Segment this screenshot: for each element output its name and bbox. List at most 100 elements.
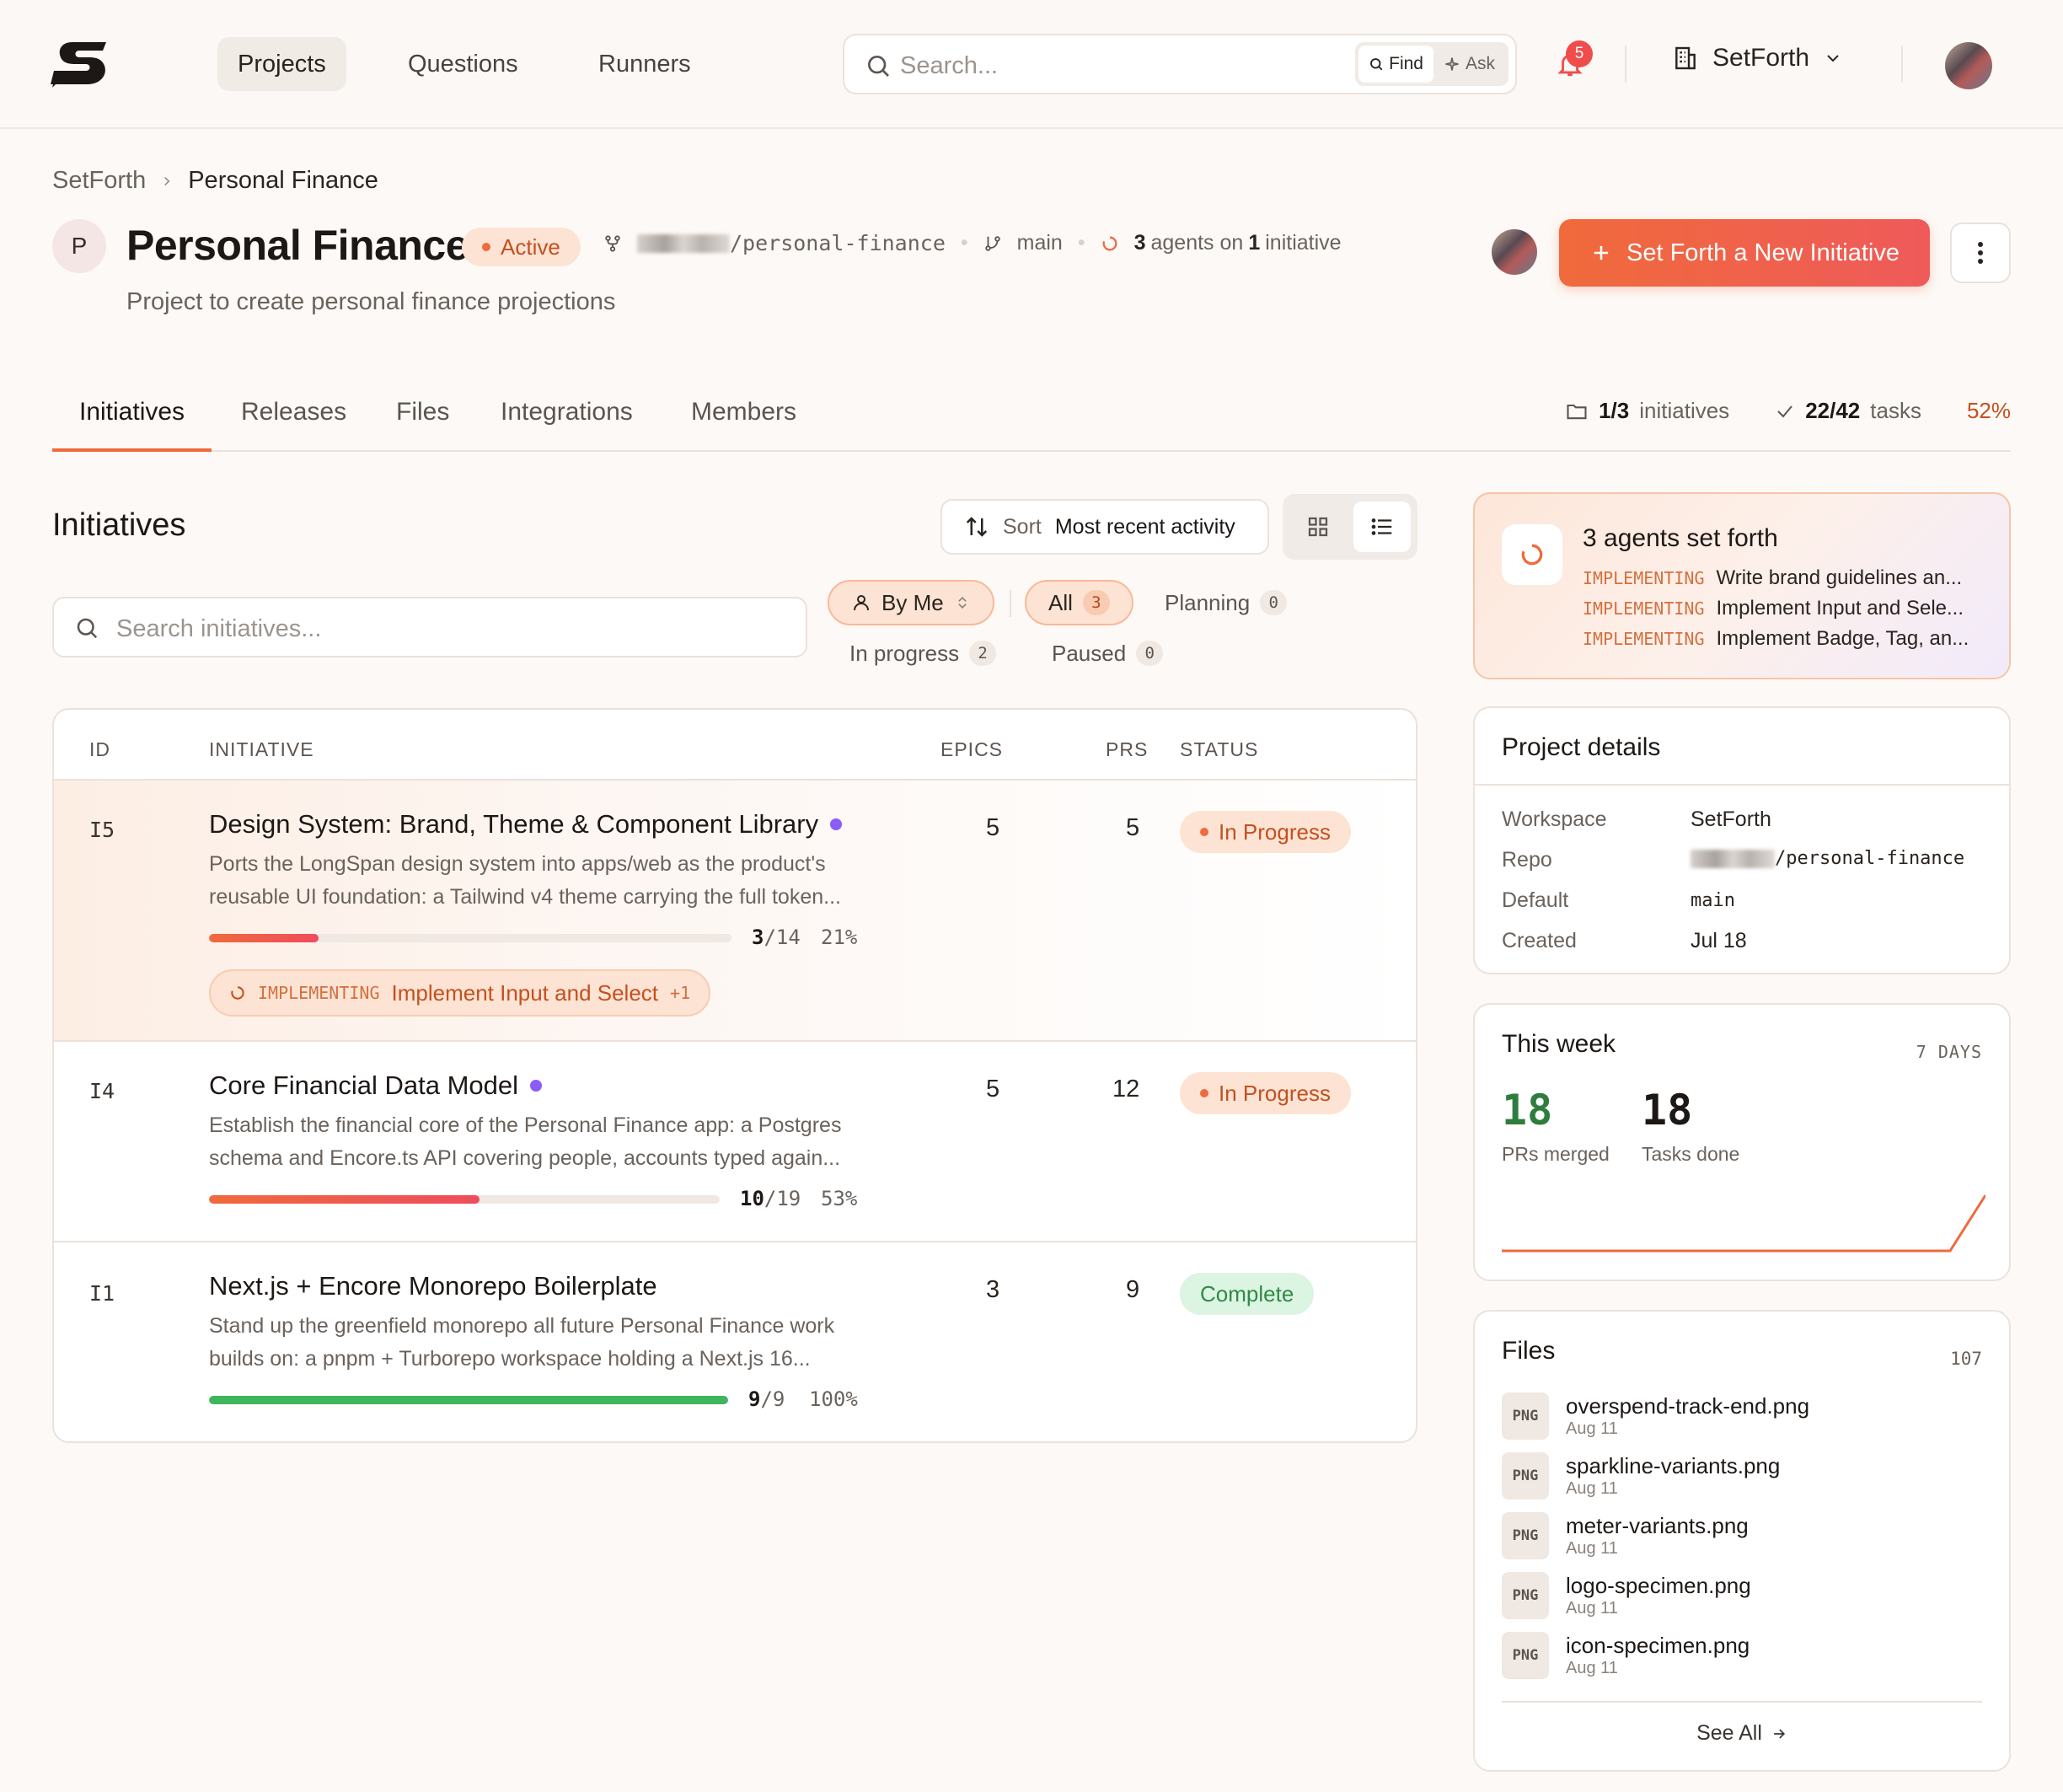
divider [1475, 784, 2009, 786]
implementing-tag: IMPLEMENTING [258, 983, 380, 1003]
list-item[interactable]: PNG sparkline-variants.png Aug 11 [1502, 1452, 1780, 1500]
ask-label: Ask [1465, 54, 1495, 73]
initiatives-table: ID INITIATIVE EPICS PRS STATUS I5 Design… [52, 708, 1417, 1443]
more-count: +1 [670, 983, 691, 1003]
initiative-text: initiative [1265, 231, 1342, 255]
file-type-icon: PNG [1502, 1392, 1549, 1440]
grid-view-button[interactable] [1289, 502, 1347, 552]
initiative-title[interactable]: Core Financial Data Model [209, 1070, 543, 1101]
agents-card[interactable]: 3 agents set forth IMPLEMENTING Write bra… [1473, 492, 2011, 679]
agent-line[interactable]: IMPLEMENTING Implement Badge, Tag, an... [1583, 627, 1969, 651]
list-item[interactable]: PNG logo-specimen.png Aug 11 [1502, 1572, 1751, 1619]
tab-files[interactable]: Files [396, 398, 449, 452]
list-item[interactable]: PNG overspend-track-end.png Aug 11 [1502, 1392, 1809, 1440]
repo-link[interactable]: /personal-finance [1691, 848, 1964, 869]
card-title: This week [1502, 1030, 1616, 1058]
search-icon [1370, 58, 1383, 71]
branch-icon [984, 235, 1000, 251]
desc-line: Ports the LongSpan design system into ap… [209, 852, 826, 876]
agent-line[interactable]: IMPLEMENTING Write brand guidelines an... [1583, 566, 1962, 590]
arrow-right-icon [1774, 1728, 1785, 1739]
file-name: meter-variants.png [1566, 1513, 1749, 1538]
list-item[interactable]: PNG meter-variants.png Aug 11 [1502, 1512, 1749, 1559]
more-options-button[interactable] [1950, 223, 2011, 283]
nav-questions[interactable]: Questions [388, 37, 539, 91]
project-meta: /personal-finance • main • 3 agents on 1… [603, 231, 1342, 255]
new-initiative-button[interactable]: Set Forth a New Initiative [1559, 219, 1930, 287]
see-all-label: See All [1696, 1721, 1762, 1745]
tab-integrations[interactable]: Integrations [501, 398, 633, 452]
filter-count: 0 [1136, 641, 1164, 666]
agent-task: Write brand guidelines an... [1716, 566, 1963, 589]
agent-line[interactable]: IMPLEMENTING Implement Input and Sele... [1583, 597, 1964, 620]
file-type-icon: PNG [1502, 1512, 1549, 1559]
prs-merged-value: 18 [1502, 1086, 1553, 1135]
initiative-description: Ports the LongSpan design system into ap… [209, 848, 849, 914]
table-row[interactable]: I1 Next.js + Encore Monorepo Boilerplate… [54, 1241, 1416, 1441]
this-week-card: This week 7 DAYS 18 PRs merged 18 Tasks … [1473, 1003, 2011, 1281]
file-date: Aug 11 [1566, 1539, 1618, 1558]
card-title: Files [1502, 1337, 1556, 1365]
sort-dropdown[interactable]: Sort Most recent activity [940, 499, 1269, 555]
filter-planning[interactable]: Planning 0 [1143, 580, 1309, 625]
implementing-chip[interactable]: IMPLEMENTING Implement Input and Select … [209, 969, 711, 1017]
sort-icon [966, 517, 988, 537]
activity-sparkline [1502, 1194, 1985, 1253]
desc-line: builds on: a pnpm + Turborepo workspace … [209, 1347, 811, 1371]
setforth-logo[interactable] [51, 37, 113, 89]
chevron-down-icon [1827, 55, 1839, 62]
sort-value: Most recent activity [1054, 514, 1235, 539]
repo-link[interactable]: /personal-finance [637, 231, 946, 255]
search-placeholder: Search... [900, 52, 999, 79]
table-row[interactable]: I4 Core Financial Data Model Establish t… [54, 1040, 1416, 1241]
find-button[interactable]: Find [1358, 46, 1433, 83]
list-view-button[interactable] [1353, 502, 1411, 552]
filter-paused[interactable]: Paused 0 [1030, 630, 1185, 676]
branch-name: main [1016, 231, 1063, 255]
tab-releases[interactable]: Releases [241, 398, 346, 452]
fork-icon [605, 234, 620, 252]
progress-percent: 21% [821, 926, 858, 949]
filter-by-me[interactable]: By Me [828, 580, 994, 625]
see-all-link[interactable]: See All [1475, 1721, 2009, 1746]
initiative-id: I4 [89, 1079, 115, 1103]
detail-value: SetForth [1691, 807, 1771, 831]
file-type-icon: PNG [1502, 1572, 1549, 1619]
file-name: icon-specimen.png [1566, 1633, 1750, 1658]
page-title: Personal Finance [126, 222, 469, 269]
plus-icon [1594, 245, 1609, 260]
initiative-search-input[interactable]: Search initiatives... [52, 597, 807, 657]
table-row[interactable]: I5 Design System: Brand, Theme & Compone… [54, 779, 1416, 1040]
ask-button[interactable]: Ask [1433, 46, 1505, 83]
progress-bar [209, 934, 731, 942]
done-count: 10 [740, 1187, 764, 1210]
list-item[interactable]: PNG icon-specimen.png Aug 11 [1502, 1632, 1750, 1679]
card-title: Project details [1502, 733, 1661, 761]
initiative-title[interactable]: Design System: Brand, Theme & Component … [209, 809, 843, 840]
sort-label: Sort [1003, 514, 1042, 539]
agent-task: Implement Input and Sele... [1716, 597, 1964, 620]
org-switcher[interactable]: SetForth [1672, 44, 1843, 72]
global-search[interactable]: Search... Find Ask [843, 34, 1517, 94]
top-nav: Projects Questions Runners Search... Fin… [0, 0, 2063, 129]
owner-avatar[interactable] [1492, 229, 1537, 275]
repo-name: /personal-finance [730, 231, 946, 255]
status-label: In Progress [1219, 1080, 1331, 1106]
initiative-title[interactable]: Next.js + Encore Monorepo Boilerplate [209, 1271, 657, 1301]
chevron-updown-icon [957, 596, 967, 609]
filter-in-progress[interactable]: In progress 2 [828, 630, 1018, 676]
filter-all[interactable]: All 3 [1025, 580, 1133, 625]
status-dot [1200, 1089, 1208, 1097]
progress-count: 10/19 [740, 1187, 801, 1210]
tab-members[interactable]: Members [691, 398, 796, 452]
tab-initiatives[interactable]: Initiatives [52, 398, 212, 452]
chevron-right-icon [164, 176, 170, 185]
progress-bar [209, 1195, 720, 1204]
file-count: 107 [1950, 1349, 1982, 1369]
nav-runners[interactable]: Runners [578, 37, 711, 91]
breadcrumb-root[interactable]: SetForth [52, 167, 146, 195]
prs-count: 12 [1112, 1076, 1140, 1103]
nav-projects[interactable]: Projects [217, 37, 346, 91]
status-badge: In Progress [1180, 811, 1351, 853]
user-avatar[interactable] [1945, 42, 1992, 89]
